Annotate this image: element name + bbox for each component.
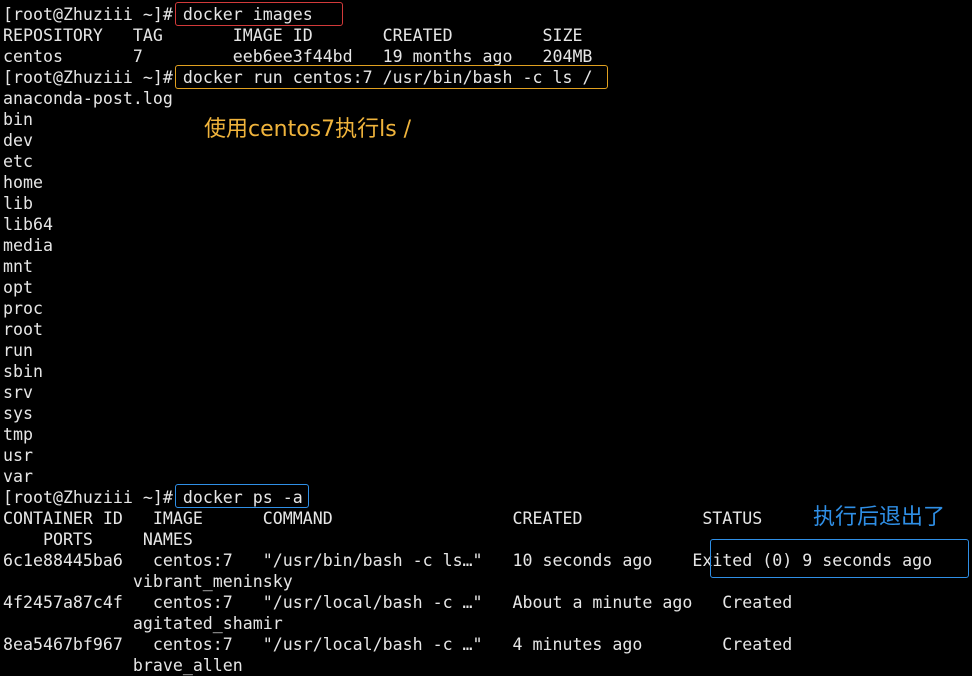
ls-output-line: etc bbox=[3, 152, 33, 171]
ls-output-line: anaconda-post.log bbox=[3, 89, 173, 108]
ls-output-line: sbin bbox=[3, 362, 43, 381]
prompt: [root@Zhuziii ~]# bbox=[3, 5, 173, 24]
prompt: [root@Zhuziii ~]# bbox=[3, 488, 173, 507]
ps-row-line: 4f2457a87c4f centos:7 "/usr/local/bash -… bbox=[3, 593, 793, 612]
ps-row-fields: 6c1e88445ba6 centos:7 "/usr/bin/bash -c … bbox=[3, 551, 693, 570]
ls-output-line: lib64 bbox=[3, 215, 53, 234]
ls-output-line: var bbox=[3, 467, 33, 486]
prompt-line-run: [root@Zhuziii ~]# docker run centos:7 /u… bbox=[3, 67, 592, 88]
ps-row-name: brave_allen bbox=[3, 656, 243, 675]
ls-output-line: lib bbox=[3, 194, 33, 213]
ls-output-line: home bbox=[3, 173, 43, 192]
ls-output-line: opt bbox=[3, 278, 33, 297]
prompt-line-images: [root@Zhuziii ~]# docker images bbox=[3, 4, 313, 25]
prompt: [root@Zhuziii ~]# bbox=[3, 68, 173, 87]
annotation-exited: 执行后退出了 bbox=[813, 505, 946, 530]
ls-output-line: sys bbox=[3, 404, 33, 423]
images-row: centos 7 eeb6ee3f44bd 19 months ago 204M… bbox=[3, 47, 593, 66]
ls-output-line: dev bbox=[3, 131, 33, 150]
ls-output-line: media bbox=[3, 236, 53, 255]
command-docker-ps: docker ps -a bbox=[182, 488, 303, 507]
ps-row-status: Exited (0) 9 seconds ago bbox=[692, 551, 933, 570]
ps-row-line: 8ea5467bf967 centos:7 "/usr/local/bash -… bbox=[3, 635, 793, 654]
command-docker-run: docker run centos:7 /usr/bin/bash -c ls … bbox=[182, 68, 593, 87]
ps-row-line: 6c1e88445ba6 centos:7 "/usr/bin/bash -c … bbox=[3, 550, 932, 571]
command-docker-images: docker images bbox=[182, 5, 313, 24]
ps-header-line-2: PORTS NAMES bbox=[3, 530, 193, 549]
prompt-line-ps: [root@Zhuziii ~]# docker ps -a bbox=[3, 487, 303, 508]
ls-output-line: srv bbox=[3, 383, 33, 402]
ls-output-line: root bbox=[3, 320, 43, 339]
annotation-run: 使用centos7执行ls / bbox=[204, 117, 412, 142]
images-header: REPOSITORY TAG IMAGE ID CREATED SIZE bbox=[3, 26, 583, 45]
ls-output-line: proc bbox=[3, 299, 43, 318]
ls-output-line: tmp bbox=[3, 425, 33, 444]
ls-output-line: mnt bbox=[3, 257, 33, 276]
ls-output-line: usr bbox=[3, 446, 33, 465]
ps-header-line-1: CONTAINER ID IMAGE COMMAND CREATED STATU… bbox=[3, 509, 763, 528]
ls-output-line: run bbox=[3, 341, 33, 360]
ps-row-name: vibrant_meninsky bbox=[3, 572, 293, 591]
terminal-window[interactable]: [root@Zhuziii ~]# docker images REPOSITO… bbox=[0, 0, 972, 676]
ps-row-name: agitated_shamir bbox=[3, 614, 283, 633]
ls-output-line: bin bbox=[3, 110, 33, 129]
